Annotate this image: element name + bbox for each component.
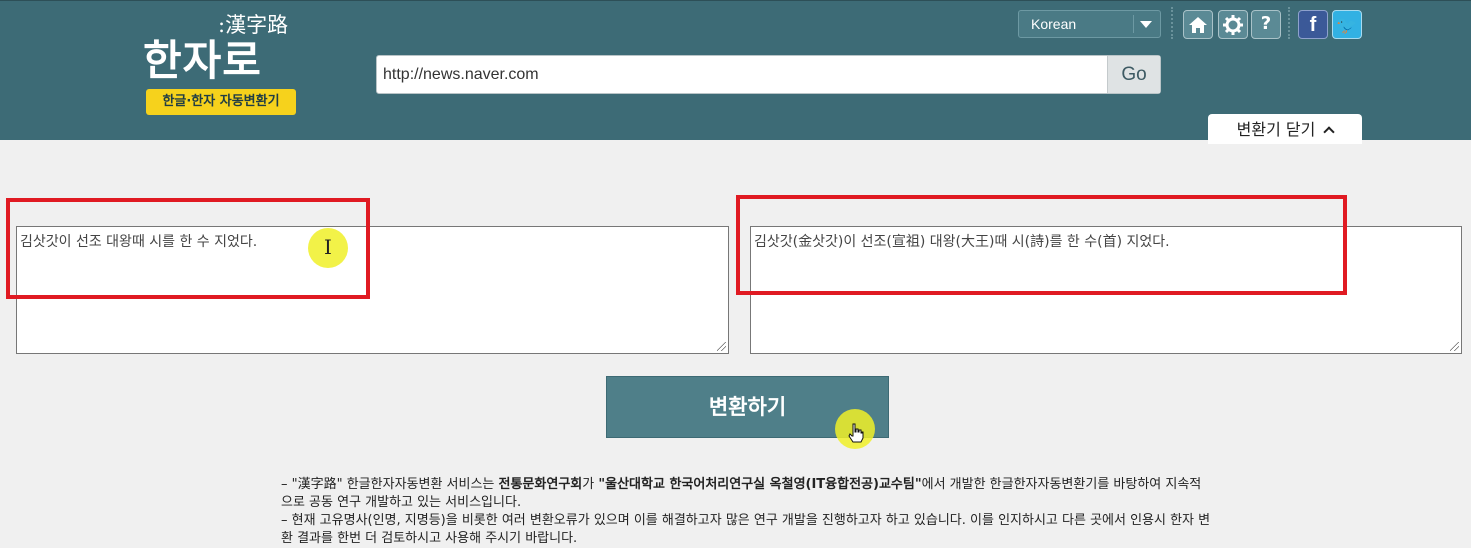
notice-text: – "漢字路" 한글한자자동변환 서비스는 (281, 477, 499, 492)
notice-org-name: 전통문화연구회 (498, 477, 583, 492)
language-select-value: Korean (1031, 16, 1077, 32)
notice-team-name: "울산대학교 한국어처리연구실 옥철영(IT융합전공)교수팀" (598, 477, 922, 492)
close-converter-tab[interactable]: 변환기 닫기 (1208, 114, 1362, 144)
url-input[interactable] (377, 56, 1107, 93)
url-bar: Go (376, 55, 1161, 94)
chevron-down-icon (1140, 21, 1152, 28)
home-button[interactable] (1183, 10, 1213, 39)
language-select[interactable]: Korean (1018, 10, 1161, 38)
gear-icon (1223, 15, 1243, 35)
resize-handle-icon[interactable] (717, 342, 726, 351)
logo-hangul-text[interactable]: 한자로 (143, 27, 262, 88)
toolbar-divider (1288, 7, 1290, 39)
twitter-button[interactable]: 🐦 (1332, 10, 1362, 39)
toolbar-divider (1171, 7, 1173, 39)
output-highlight-box (736, 195, 1347, 295)
notice-text: 가 (582, 477, 599, 492)
help-button[interactable]: ? (1251, 10, 1281, 39)
notice-line-1: – "漢字路" 한글한자자동변환 서비스는 전통문화연구회가 "울산대학교 한국… (281, 476, 1211, 512)
question-icon: ? (1260, 13, 1272, 34)
chevron-up-icon (1323, 126, 1336, 138)
text-cursor-icon: I (324, 235, 332, 259)
home-icon (1189, 17, 1207, 33)
close-converter-label: 변환기 닫기 (1236, 120, 1316, 139)
facebook-icon: f (1309, 14, 1317, 36)
logo-badge: 한글·한자 자동변환기 (146, 89, 296, 115)
site-header: :漢字路 한자로 한글·한자 자동변환기 Go Korean ? f (0, 0, 1471, 144)
hand-pointer-icon (848, 423, 864, 443)
language-select-divider (1133, 15, 1134, 33)
facebook-button[interactable]: f (1298, 10, 1328, 39)
go-button[interactable]: Go (1107, 56, 1160, 93)
resize-handle-icon[interactable] (1450, 342, 1459, 351)
twitter-icon: 🐦 (1336, 16, 1358, 35)
service-notice: – "漢字路" 한글한자자동변환 서비스는 전통문화연구회가 "울산대학교 한국… (281, 476, 1211, 548)
notice-line-2: – 현재 고유명사(인명, 지명등)을 비롯한 여러 변환오류가 있으며 이를 … (281, 513, 1211, 546)
settings-button[interactable] (1218, 10, 1248, 39)
